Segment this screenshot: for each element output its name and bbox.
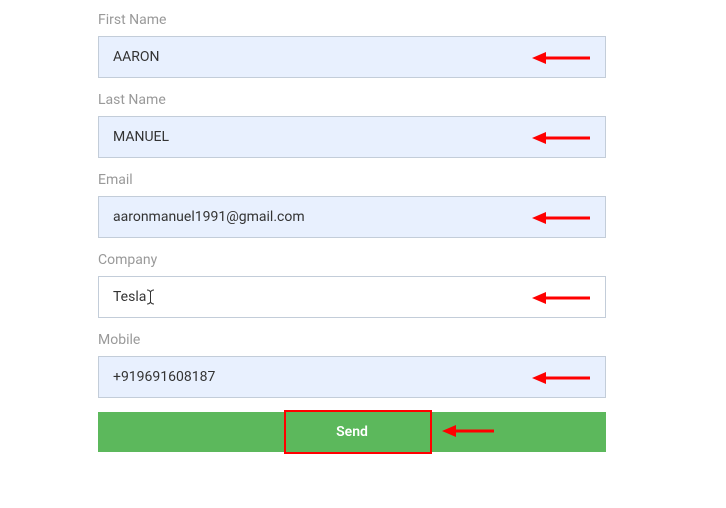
mobile-label: Mobile	[98, 332, 606, 348]
last-name-input[interactable]	[98, 116, 606, 158]
email-input[interactable]	[98, 196, 606, 238]
send-button[interactable]: Send	[98, 412, 606, 452]
send-row: Send	[98, 412, 606, 452]
first-name-input[interactable]	[98, 36, 606, 78]
email-group: Email	[98, 172, 606, 238]
mobile-input[interactable]	[98, 356, 606, 398]
last-name-group: Last Name	[98, 92, 606, 158]
mobile-group: Mobile	[98, 332, 606, 398]
first-name-label: First Name	[98, 12, 606, 28]
company-group: Company	[98, 252, 606, 318]
last-name-label: Last Name	[98, 92, 606, 108]
first-name-group: First Name	[98, 12, 606, 78]
contact-form: First Name Last Name Email	[98, 12, 606, 452]
company-input[interactable]	[98, 276, 606, 318]
company-label: Company	[98, 252, 606, 268]
email-label: Email	[98, 172, 606, 188]
